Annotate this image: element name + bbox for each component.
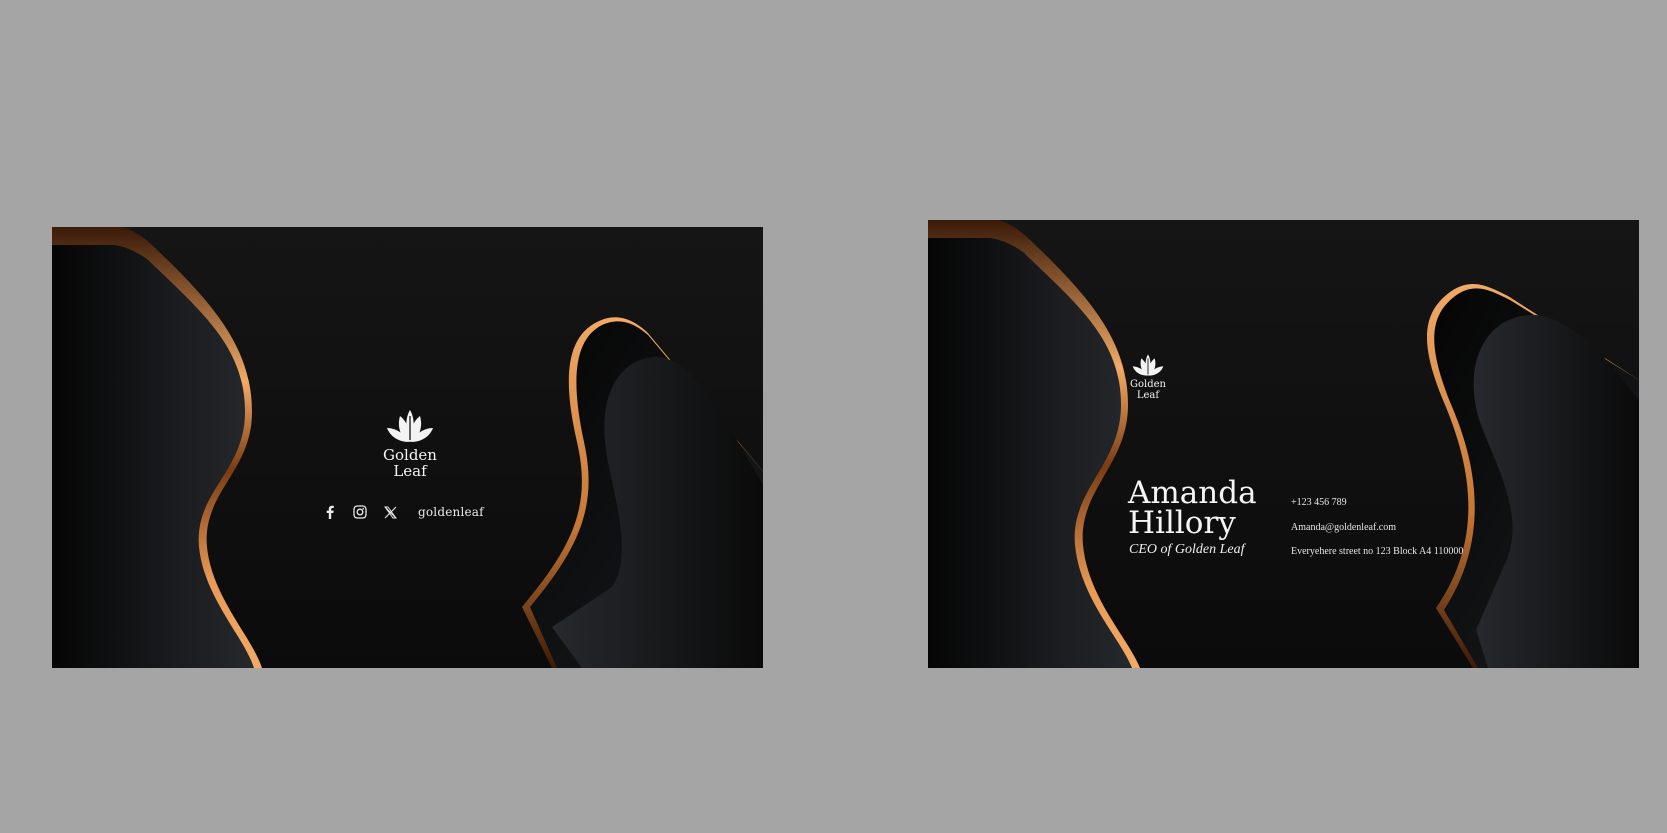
brand-logo: Golden Leaf [1122,353,1174,401]
wordmark-line-1: Golden [1130,379,1166,390]
left-dark-wave [928,220,1132,668]
lotus-leaf-icon [1132,354,1164,376]
person-name: Amanda Hillory [1128,475,1257,542]
contact-details: +123 456 789 Amanda@goldenleaf.com Every… [1291,497,1463,571]
x-icon[interactable] [382,504,398,520]
business-card-front: Golden Leaf goldenleaf [52,227,763,668]
social-links: goldenleaf [322,504,484,520]
person-name-line-2: Hillory [1128,505,1236,542]
facebook-icon[interactable] [322,504,338,520]
lotus-leaf-icon [387,410,433,442]
brand-wordmark: Golden Leaf [1122,379,1174,401]
social-handle[interactable]: goldenleaf [418,505,484,519]
instagram-icon[interactable] [352,504,368,520]
person-title: CEO of Golden Leaf [1129,542,1245,557]
brand-wordmark: Golden Leaf [370,447,450,480]
street-address: Everyehere street no 123 Block A4 110000 [1291,546,1464,557]
person-name-line-1: Amanda [1128,475,1257,511]
brand-logo: Golden Leaf [370,408,450,480]
email-address[interactable]: Amanda@goldenleaf.com [1291,522,1463,547]
wordmark-line-2: Leaf [393,461,427,480]
business-card-back: Golden Leaf Amanda Hillory CEO of Golden… [928,220,1639,668]
card-back-background [928,220,1639,668]
phone-number[interactable]: +123 456 789 [1291,497,1463,522]
wordmark-line-2: Leaf [1136,389,1160,401]
